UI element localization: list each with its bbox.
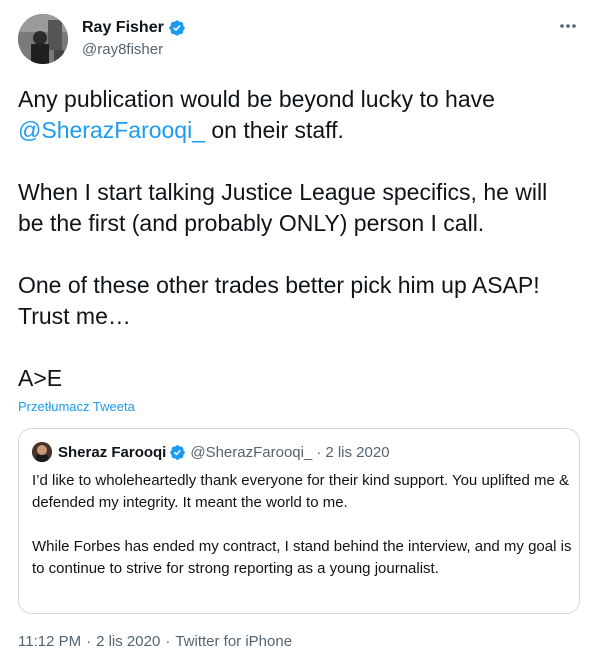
- tweet-paragraph-1: Any publication would be beyond lucky to…: [18, 84, 578, 146]
- tweet-paragraph-4: A>E: [18, 365, 63, 391]
- separator-dot: ·: [86, 633, 92, 650]
- quoted-author-name: Sheraz Farooqi: [58, 443, 167, 461]
- tweet-metadata: 11:12 PM · 2 lis 2020 · Twitter for iPhone: [18, 633, 292, 650]
- tweet-paragraph-2: When I start talking Justice League spec…: [18, 179, 548, 236]
- tweet-line-2-suffix: on their staff.: [205, 117, 344, 143]
- quoted-tweet[interactable]: Sheraz Farooqi @SherazFarooqi_ · 2 lis 2…: [18, 428, 580, 614]
- more-options-button[interactable]: [558, 18, 578, 34]
- quoted-tweet-date: 2 lis 2020: [325, 443, 390, 461]
- tweet-time[interactable]: 11:12 PM: [18, 633, 81, 650]
- mention-link[interactable]: @SherazFarooqi_: [18, 117, 205, 143]
- tweet-source: Twitter for iPhone: [175, 633, 293, 650]
- tweet-date[interactable]: 2 lis 2020: [96, 633, 160, 650]
- author-block: Ray Fisher @ray8fisher: [82, 18, 186, 59]
- quoted-paragraph-2: While Forbes has ended my contract, I st…: [32, 538, 572, 577]
- quoted-author-handle: @SherazFarooqi_: [190, 443, 313, 461]
- quoted-author-avatar: [32, 442, 52, 462]
- tweet-line-1: Any publication would be beyond lucky to…: [18, 86, 495, 112]
- author-name-row: Ray Fisher: [82, 18, 186, 38]
- author-avatar[interactable]: [18, 14, 68, 64]
- verified-badge-icon: [169, 20, 185, 36]
- tweet-paragraph-3: One of these other trades better pick hi…: [18, 272, 540, 329]
- separator-dot: ·: [165, 633, 171, 650]
- ellipsis-icon: [560, 24, 576, 28]
- tweet-text: Any publication would be beyond lucky to…: [18, 84, 578, 394]
- quoted-paragraph-1: I’d like to wholeheartedly thank everyon…: [32, 472, 569, 511]
- verified-badge-icon: [170, 444, 186, 460]
- translate-tweet-link[interactable]: Przetłumacz Tweeta: [18, 399, 135, 414]
- separator-dot: ·: [316, 443, 322, 461]
- quoted-tweet-header: Sheraz Farooqi @SherazFarooqi_ · 2 lis 2…: [32, 442, 566, 462]
- author-name[interactable]: Ray Fisher: [82, 19, 164, 37]
- quoted-tweet-text: I’d like to wholeheartedly thank everyon…: [32, 470, 572, 580]
- author-handle[interactable]: @ray8fisher: [82, 41, 186, 59]
